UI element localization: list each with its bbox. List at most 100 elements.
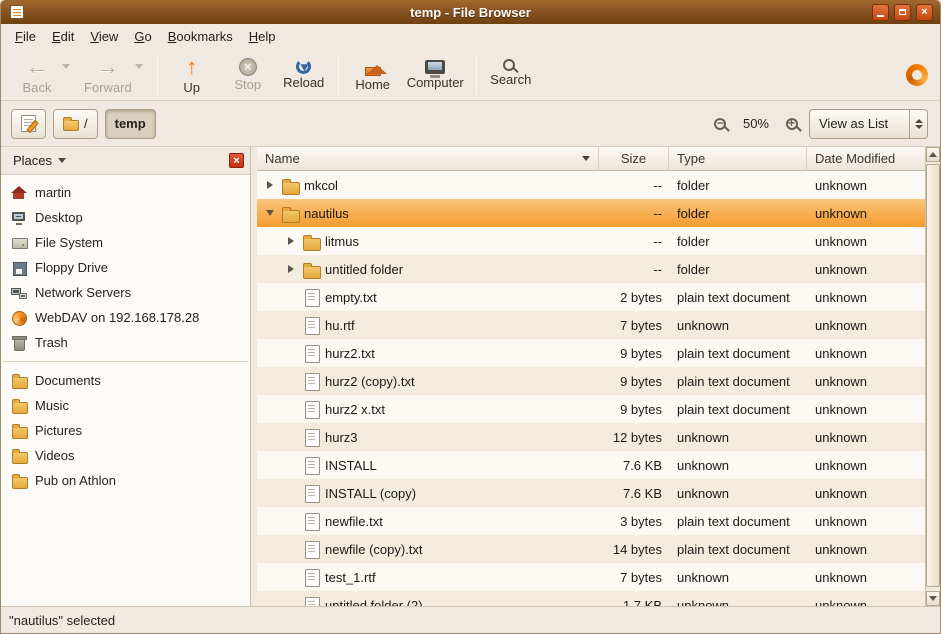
table-row[interactable]: hurz2 (copy).txt 9 bytes plain text docu… (257, 367, 925, 395)
sidebar-close-button[interactable]: × (229, 153, 244, 168)
file-modified: unknown (807, 395, 925, 423)
dropdown-arrow-icon[interactable] (62, 64, 70, 69)
place-label: Documents (35, 373, 101, 388)
menu-item-edit[interactable]: Edit (44, 26, 82, 47)
file-size: -- (599, 199, 669, 227)
dropdown-arrow-icon[interactable] (135, 64, 143, 69)
name-cell: test_1.rtf (257, 563, 599, 591)
file-type: plain text document (669, 507, 807, 535)
expander-icon[interactable] (283, 265, 299, 273)
up-button[interactable]: Up (164, 53, 220, 97)
column-header-type[interactable]: Type (669, 147, 807, 171)
scroll-down-button[interactable] (926, 591, 940, 606)
sidebar-item-floppy-drive[interactable]: Floppy Drive (1, 255, 250, 280)
file-type: folder (669, 255, 807, 283)
sidebar-item-trash[interactable]: Trash (1, 330, 250, 355)
reload-button[interactable]: Reload (276, 57, 332, 92)
file-size: 7 bytes (599, 563, 669, 591)
place-label: Music (35, 398, 69, 413)
table-row[interactable]: nautilus -- folder unknown (257, 199, 925, 227)
expander-icon[interactable] (262, 181, 278, 189)
scrollbar-thumb[interactable] (926, 164, 940, 587)
table-row[interactable]: hurz2 x.txt 9 bytes plain text document … (257, 395, 925, 423)
sidebar-header: Places × (1, 147, 250, 175)
expander-icon[interactable] (262, 210, 278, 216)
minimize-icon (877, 15, 884, 17)
stop-button[interactable]: Stop (220, 56, 276, 94)
table-row[interactable]: mkcol -- folder unknown (257, 171, 925, 199)
place-label: martin (35, 185, 71, 200)
sidebar-item-desktop[interactable]: Desktop (1, 205, 250, 230)
status-text: "nautilus" selected (9, 613, 115, 628)
menu-item-bookmarks[interactable]: Bookmarks (160, 26, 241, 47)
places-sidebar: Places × martin Desktop File System Flop… (1, 147, 251, 606)
column-label: Date Modified (815, 151, 895, 166)
sidebar-item-pub-on-athlon[interactable]: Pub on Athlon (1, 468, 250, 493)
column-header-date-modified[interactable]: Date Modified (807, 147, 925, 171)
folder-icon (63, 120, 79, 131)
table-row[interactable]: untitled folder (2) 1.7 KB unknown unkno… (257, 591, 925, 606)
root-folder-button[interactable]: / (53, 109, 98, 139)
current-folder-button[interactable]: temp (105, 109, 156, 139)
place-label: File System (35, 235, 103, 250)
folder-icon (11, 448, 27, 464)
stop-icon (239, 58, 257, 76)
zoom-out-button[interactable] (710, 114, 730, 134)
table-row[interactable]: INSTALL (copy) 7.6 KB unknown unknown (257, 479, 925, 507)
menu-item-help[interactable]: Help (241, 26, 284, 47)
menu-item-file[interactable]: File (7, 26, 44, 47)
file-icon (303, 596, 321, 606)
sidebar-item-file-system[interactable]: File System (1, 230, 250, 255)
home-icon (365, 67, 381, 76)
name-cell: INSTALL (257, 451, 599, 479)
view-mode-select[interactable]: View as List (809, 109, 928, 139)
file-type: unknown (669, 423, 807, 451)
file-size: 12 bytes (599, 423, 669, 451)
file-size: 2 bytes (599, 283, 669, 311)
back-button[interactable]: Back (9, 53, 78, 97)
sidebar-item-webdav-on-192-168-178-28[interactable]: WebDAV on 192.168.178.28 (1, 305, 250, 330)
places-dropdown[interactable]: Places (7, 151, 72, 170)
sidebar-item-music[interactable]: Music (1, 393, 250, 418)
forward-button[interactable]: Forward (78, 53, 151, 97)
table-row[interactable]: test_1.rtf 7 bytes unknown unknown (257, 563, 925, 591)
sidebar-item-pictures[interactable]: Pictures (1, 418, 250, 443)
column-header-size[interactable]: Size (599, 147, 669, 171)
table-row[interactable]: litmus -- folder unknown (257, 227, 925, 255)
computer-button[interactable]: Computer (401, 58, 470, 92)
file-size: 7.6 KB (599, 451, 669, 479)
file-type: folder (669, 171, 807, 199)
sidebar-item-martin[interactable]: martin (1, 180, 250, 205)
column-header-name[interactable]: Name (257, 147, 599, 171)
minimize-button[interactable] (872, 4, 889, 21)
search-button[interactable]: Search (483, 60, 539, 89)
table-row[interactable]: hu.rtf 7 bytes unknown unknown (257, 311, 925, 339)
menu-item-view[interactable]: View (82, 26, 126, 47)
zoom-in-button[interactable] (782, 114, 802, 134)
table-row[interactable]: newfile (copy).txt 14 bytes plain text d… (257, 535, 925, 563)
search-icon (503, 59, 515, 71)
table-row[interactable]: newfile.txt 3 bytes plain text document … (257, 507, 925, 535)
table-row[interactable]: hurz3 12 bytes unknown unknown (257, 423, 925, 451)
sidebar-item-network-servers[interactable]: Network Servers (1, 280, 250, 305)
expander-icon[interactable] (283, 237, 299, 245)
file-name: hurz2 x.txt (325, 402, 385, 417)
table-row[interactable]: INSTALL 7.6 KB unknown unknown (257, 451, 925, 479)
maximize-button[interactable] (894, 4, 911, 21)
sidebar-item-documents[interactable]: Documents (1, 368, 250, 393)
home-button[interactable]: Home (345, 56, 401, 94)
scroll-up-button[interactable] (926, 147, 940, 162)
edit-location-button[interactable] (11, 109, 46, 139)
sidebar-item-videos[interactable]: Videos (1, 443, 250, 468)
table-row[interactable]: untitled folder -- folder unknown (257, 255, 925, 283)
file-icon (303, 512, 321, 530)
close-button[interactable]: × (916, 4, 933, 21)
file-name: untitled folder (2) (325, 598, 423, 607)
vertical-scrollbar[interactable] (925, 147, 940, 606)
file-size: -- (599, 171, 669, 199)
column-label: Name (265, 151, 300, 166)
menu-item-go[interactable]: Go (126, 26, 159, 47)
table-row[interactable]: empty.txt 2 bytes plain text document un… (257, 283, 925, 311)
title-bar[interactable]: temp - File Browser × (1, 0, 940, 24)
table-row[interactable]: hurz2.txt 9 bytes plain text document un… (257, 339, 925, 367)
